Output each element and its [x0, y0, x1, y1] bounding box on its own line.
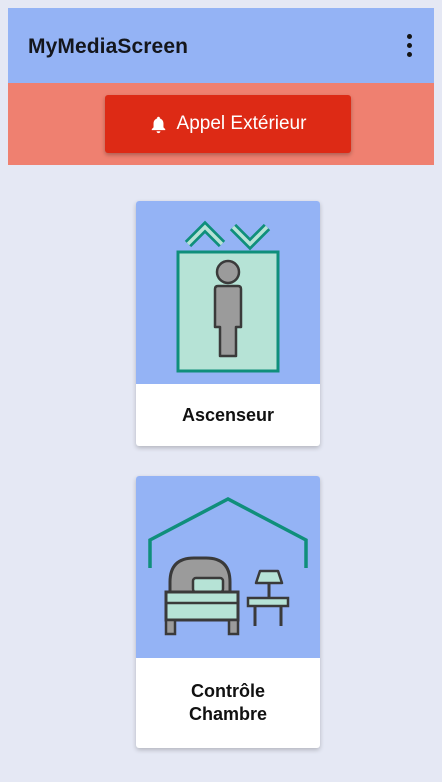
outside-call-label: Appel Extérieur [176, 113, 307, 134]
app-title: MyMediaScreen [28, 34, 189, 58]
app-screen: MyMediaScreen Appel Extérieur Ascenseur … [8, 8, 434, 774]
elevator-tile-label: Ascenseur [181, 404, 275, 425]
more-vert-icon[interactable] [398, 30, 420, 60]
outside-call-button[interactable]: Appel Extérieur [105, 95, 351, 153]
bell-icon [151, 116, 165, 133]
room-control-tile[interactable]: Contrôle Chambre [136, 476, 320, 748]
room-control-tile-label: Contrôle Chambre [188, 681, 268, 724]
elevator-icon [176, 220, 280, 373]
alert-bar: Appel Extérieur [8, 83, 434, 165]
app-bar: MyMediaScreen [8, 8, 434, 83]
bedroom-icon [148, 497, 308, 636]
elevator-tile[interactable]: Ascenseur [136, 201, 320, 446]
